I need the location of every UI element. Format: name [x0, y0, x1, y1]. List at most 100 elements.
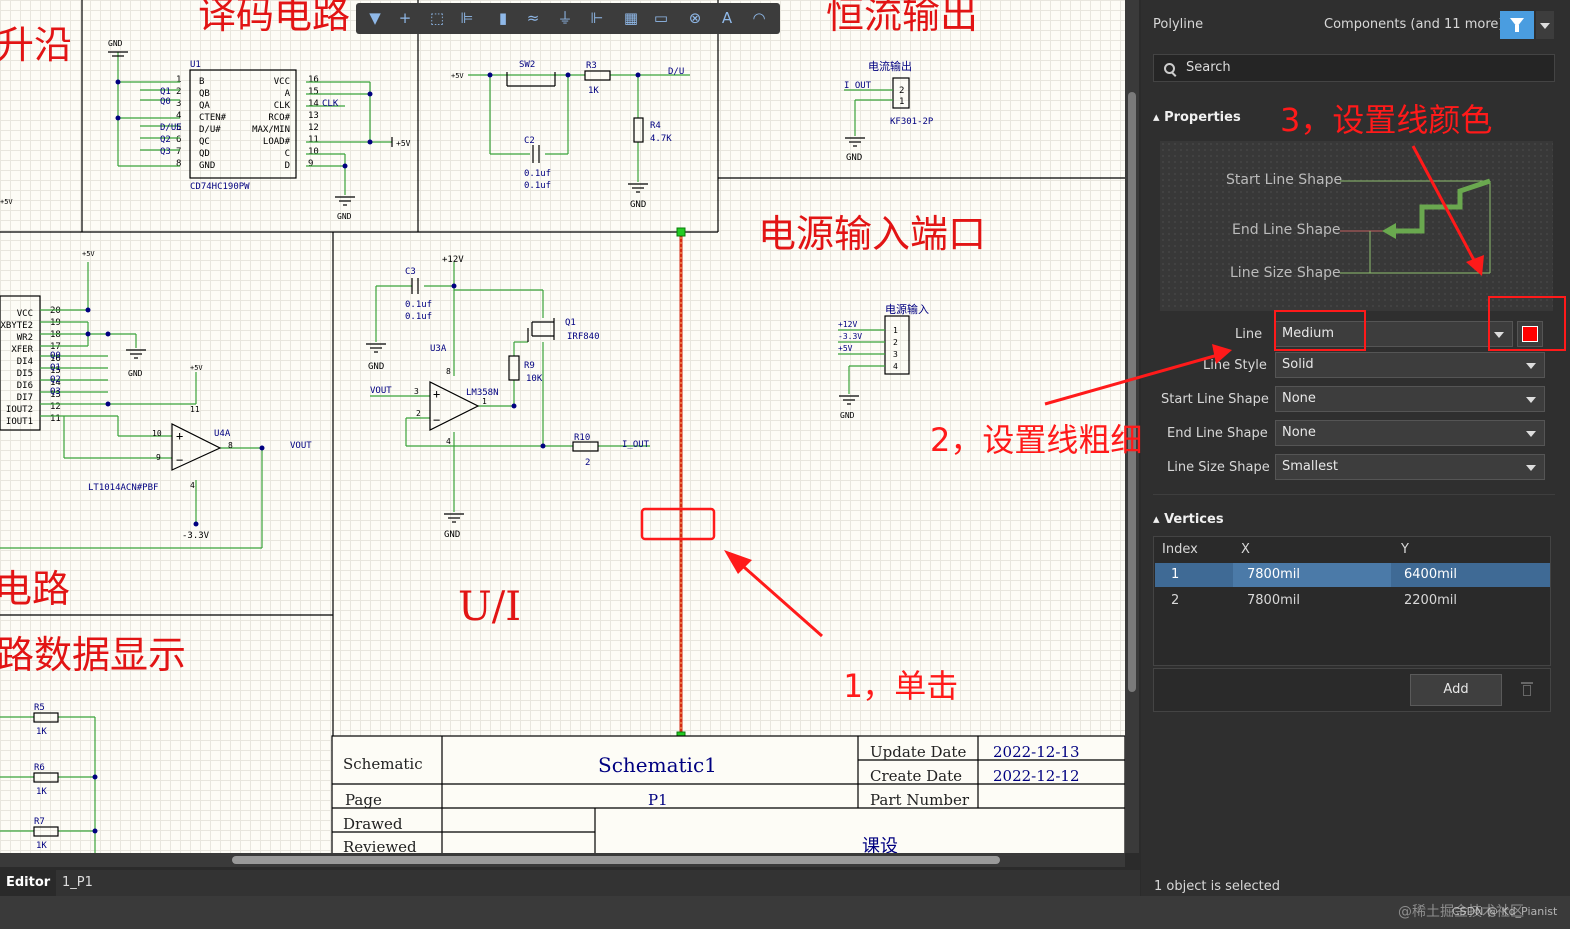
- annotation-click-marker: [640, 507, 823, 638]
- svg-text:Update Date: Update Date: [870, 743, 966, 761]
- u1-pin-name: D: [285, 161, 290, 171]
- filter-button[interactable]: [1500, 11, 1534, 39]
- section-title-ui: U/I: [458, 584, 521, 630]
- end-line-shape-select[interactable]: None: [1275, 420, 1545, 446]
- u1-pin-number: 14: [308, 99, 319, 109]
- power-port-icon[interactable]: ⏚: [554, 8, 576, 28]
- u1-pin-name: GND: [199, 161, 215, 171]
- sheet-symbol-icon[interactable]: ▦: [620, 8, 642, 28]
- wire-icon[interactable]: ≈: [522, 8, 544, 28]
- svg-text:3: 3: [893, 350, 898, 359]
- vertices-header[interactable]: ▴ Vertices: [1153, 512, 1224, 527]
- u1-pin-number: 13: [308, 111, 319, 121]
- svg-text:1: 1: [893, 326, 898, 335]
- section-title-data-display: 路数据显示: [0, 633, 186, 677]
- svg-text:3: 3: [414, 387, 419, 396]
- arc-icon[interactable]: ◠: [748, 8, 770, 28]
- annotation-box-line-width: [1274, 310, 1366, 351]
- text-icon[interactable]: A: [716, 8, 738, 28]
- no-erc-icon[interactable]: ⊗: [684, 8, 706, 28]
- tab-editor[interactable]: Editor: [0, 870, 57, 896]
- u1-pin-name: CLK: [274, 101, 291, 111]
- annotation-step1: 1，单击: [843, 667, 958, 705]
- table-row[interactable]: 1 7800mil 6400mil: [1155, 563, 1550, 587]
- align-icon[interactable]: ⊫: [456, 8, 478, 28]
- current-output-gnd: [845, 137, 865, 147]
- svg-text:−: −: [176, 453, 183, 467]
- svg-text:D/UE: D/UE: [160, 123, 182, 133]
- u1-pin-name: QA: [199, 101, 210, 111]
- current-output-connector[interactable]: 电流输出 I_OUT KF301-2P 2 1 GND: [844, 59, 934, 163]
- tab-sheet[interactable]: 1_P1: [56, 870, 99, 896]
- u1-pin-number: 1: [176, 75, 181, 85]
- u1-pin-name: C: [285, 149, 290, 159]
- selection-status: 1 object is selected: [1154, 879, 1280, 894]
- u4a-opamp[interactable]: + − U4A LT1014ACN#PBF 10 9 8 11 4 VOUT -…: [82, 250, 312, 541]
- svg-text:GND: GND: [368, 362, 384, 372]
- u3a-opamp[interactable]: + − U3A LM358N 3 2 1 8 4 VOUT: [370, 344, 499, 446]
- dac-wires: [0, 262, 263, 549]
- svg-text:R5: R5: [34, 703, 45, 713]
- u1-pin-name: LOAD#: [263, 137, 291, 147]
- canvas-horizontal-scrollbar[interactable]: [0, 853, 1125, 867]
- svg-text:R9: R9: [524, 361, 535, 371]
- svg-text:Page: Page: [345, 791, 382, 809]
- add-vertex-button[interactable]: Add: [1410, 674, 1502, 706]
- svg-text:-3.3V: -3.3V: [838, 332, 862, 341]
- port-icon[interactable]: ▭: [650, 8, 672, 28]
- left-resistors[interactable]: R5 1K R6 1K R7 1K: [0, 703, 98, 853]
- delete-icon[interactable]: [1521, 682, 1533, 696]
- svg-text:1K: 1K: [36, 727, 47, 737]
- dac-pin-name: XFER: [11, 345, 33, 355]
- section-title-rising-edge: 升沿: [0, 23, 72, 67]
- svg-text:U4A: U4A: [214, 429, 231, 439]
- u1-pin-number: 7: [176, 147, 181, 157]
- dac-pin-number: 19: [50, 318, 61, 328]
- dac-pin-name: XBYTE2: [0, 321, 33, 331]
- u1-pin-name: B: [199, 77, 204, 87]
- svg-text:Part Number: Part Number: [870, 791, 970, 809]
- select-area-icon[interactable]: ⬚: [426, 8, 448, 28]
- svg-text:Schematic: Schematic: [343, 755, 423, 773]
- svg-text:Q2: Q2: [50, 375, 61, 385]
- u1-gnd-symbols: [108, 51, 393, 206]
- selected-polyline[interactable]: [676, 227, 686, 741]
- svg-text:Schematic1: Schematic1: [598, 753, 717, 777]
- u1-decoder-ic[interactable]: U1 CD74HC190PW B1QB2QA3CTEN#4D/U#5QC6QD7…: [176, 60, 319, 192]
- svg-text:4: 4: [893, 362, 898, 371]
- svg-text:+12V: +12V: [838, 320, 857, 329]
- svg-text:Drawed: Drawed: [343, 815, 403, 833]
- svg-text:2: 2: [416, 409, 421, 418]
- annotation-step3: 3，设置线颜色: [1280, 101, 1493, 139]
- filter-summary[interactable]: Components (and 11 more): [1324, 17, 1503, 32]
- q1-mosfet[interactable]: Q1 IRF840: [527, 318, 600, 342]
- line-style-select[interactable]: Solid: [1275, 352, 1545, 378]
- svg-text:1: 1: [899, 97, 904, 107]
- filter-dropdown-button[interactable]: [1536, 11, 1554, 39]
- svg-text:9: 9: [156, 453, 161, 462]
- line-size-shape-select[interactable]: Smallest: [1275, 454, 1545, 480]
- component-icon[interactable]: ▮: [492, 8, 514, 28]
- svg-text:Reviewed: Reviewed: [343, 838, 417, 853]
- svg-text:C2: C2: [524, 136, 535, 146]
- svg-text:+5V: +5V: [396, 139, 411, 148]
- power-input-connector[interactable]: 电源输入 +12V -3.3V +5V 1 2 3 4 GND: [838, 302, 929, 420]
- move-icon[interactable]: +: [394, 8, 416, 28]
- document-tabs: Editor 1_P1: [0, 870, 1140, 896]
- svg-text:R6: R6: [34, 763, 45, 773]
- table-row[interactable]: 2 7800mil 2200mil: [1155, 589, 1550, 613]
- svg-text:Q0: Q0: [160, 97, 171, 107]
- dac-pin-name: DI6: [17, 381, 33, 391]
- dac-pin-number: 20: [50, 306, 61, 316]
- svg-text:+5V: +5V: [0, 198, 13, 206]
- end-line-shape-label: End Line Shape: [1167, 426, 1268, 441]
- net-label-icon[interactable]: ⊩: [586, 8, 608, 28]
- properties-header[interactable]: ▴ Properties: [1153, 110, 1241, 125]
- dac-pin-name: DI7: [17, 393, 33, 403]
- start-line-shape-select[interactable]: None: [1275, 386, 1545, 412]
- svg-text:Q0: Q0: [50, 351, 61, 361]
- table-header-x: X: [1241, 542, 1250, 557]
- search-box[interactable]: Search: [1153, 54, 1555, 82]
- svg-text:R4: R4: [650, 121, 661, 131]
- filter-icon[interactable]: ▼: [364, 8, 386, 28]
